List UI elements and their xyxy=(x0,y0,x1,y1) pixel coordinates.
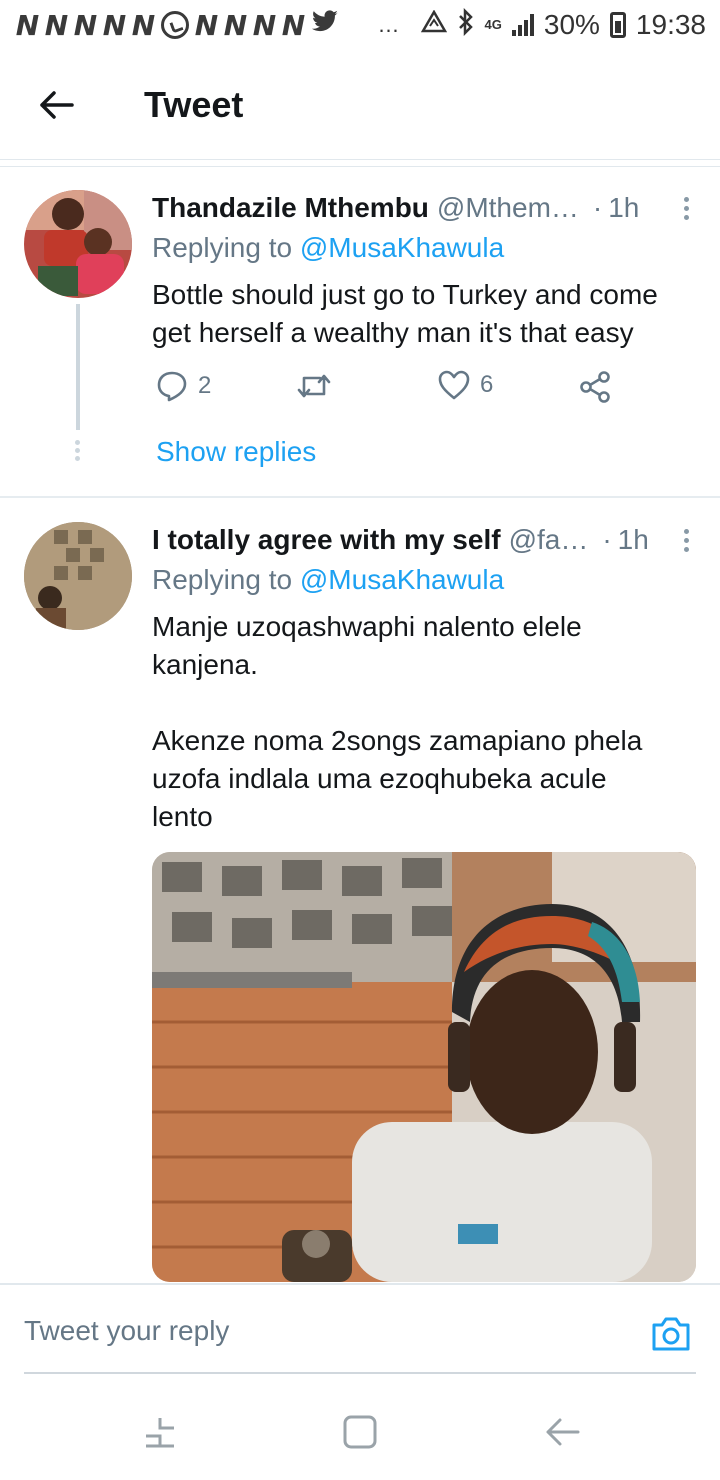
reply-icon xyxy=(157,371,187,402)
home-icon xyxy=(343,1415,377,1449)
bluetooth-icon xyxy=(457,7,475,43)
tweet-item[interactable]: Thandazile Mthembu @Mthem… · 1h Replying… xyxy=(0,190,720,496)
system-nav-bar xyxy=(0,1380,720,1480)
notification-n-icon: N xyxy=(194,8,219,42)
reply-bar: Tweet your reply xyxy=(0,1283,720,1373)
retweet-button[interactable] xyxy=(296,370,332,402)
recents-button[interactable] xyxy=(140,1412,180,1452)
battery-percent: 30% xyxy=(543,9,600,40)
reply-count: 2 xyxy=(198,372,212,399)
signal-icon xyxy=(511,14,534,36)
tweet-text: Bottle should just go to Turkey and come… xyxy=(152,279,658,348)
reply-underline xyxy=(24,1372,696,1374)
author-name[interactable]: Thandazile Mthembu xyxy=(152,192,429,224)
tweet-header: Thandazile Mthembu @Mthem… · 1h xyxy=(152,190,696,226)
notification-icons: N N N N N N N N N xyxy=(14,9,339,42)
replying-to-label: Replying to xyxy=(152,564,300,595)
tweet-time: 1h xyxy=(617,524,649,555)
header-divider xyxy=(0,166,720,167)
thread-dots xyxy=(74,440,82,464)
share-button[interactable] xyxy=(578,370,612,404)
twitter-icon xyxy=(311,9,339,41)
notification-n-icon: N xyxy=(131,8,156,42)
camera-button[interactable] xyxy=(650,1315,692,1353)
thread-line xyxy=(76,304,80,430)
replying-to: Replying to @MusaKhawula xyxy=(152,232,504,264)
reply-button[interactable]: 2 xyxy=(156,370,211,402)
tweet-image[interactable] xyxy=(152,852,696,1282)
home-button[interactable] xyxy=(340,1412,380,1452)
tweet-actions: 2 6 xyxy=(152,370,622,410)
tweet-text: Manje uzoqashwaphi nalento elele kanjena… xyxy=(152,611,643,832)
share-icon xyxy=(580,371,610,403)
page-title: Tweet xyxy=(144,83,244,125)
status-bar: N N N N N N N N N … 4G 30% 19:38 xyxy=(0,0,720,50)
notification-n-icon: N xyxy=(102,8,127,42)
system-back-button[interactable] xyxy=(542,1412,582,1452)
tweet-item[interactable]: I totally agree with my self @fa… · 1h R… xyxy=(0,522,720,1282)
author-handle[interactable]: @Mthem… xyxy=(437,192,579,224)
heart-icon xyxy=(438,370,470,400)
separator-dot: · xyxy=(602,524,612,555)
app-header: Tweet xyxy=(0,50,720,160)
author-name[interactable]: I totally agree with my self xyxy=(152,524,501,556)
notification-n-icon: N xyxy=(15,8,40,42)
notification-n-icon: N xyxy=(223,8,248,42)
tweet-time: 1h xyxy=(608,192,640,223)
author-handle[interactable]: @fa… xyxy=(509,524,589,556)
data-saver-icon xyxy=(420,9,447,41)
mention-link[interactable]: @MusaKhawula xyxy=(300,564,504,595)
notification-n-icon: N xyxy=(281,8,306,42)
reply-input[interactable]: Tweet your reply xyxy=(24,1315,229,1347)
like-button[interactable]: 6 xyxy=(438,370,493,400)
more-options-icon[interactable] xyxy=(676,528,696,552)
system-back-icon xyxy=(546,1418,580,1446)
more-options-icon[interactable] xyxy=(676,196,696,220)
notification-n-icon: N xyxy=(44,8,69,42)
tweet-divider xyxy=(0,496,720,498)
mention-link[interactable]: @MusaKhawula xyxy=(300,232,504,263)
battery-icon xyxy=(609,12,626,38)
whatsapp-icon xyxy=(161,11,189,39)
avatar[interactable] xyxy=(24,190,132,298)
replying-to: Replying to @MusaKhawula xyxy=(152,564,504,596)
avatar[interactable] xyxy=(24,522,132,630)
replying-to-label: Replying to xyxy=(152,232,300,263)
status-right: … 4G 30% 19:38 xyxy=(377,7,706,43)
network-type: 4G xyxy=(484,17,502,32)
tweet-header: I totally agree with my self @fa… · 1h xyxy=(152,522,696,558)
show-replies-link[interactable]: Show replies xyxy=(156,436,316,468)
separator-dot: · xyxy=(592,192,603,223)
retweet-icon xyxy=(297,374,331,398)
like-count: 6 xyxy=(480,371,494,398)
camera-icon xyxy=(652,1317,690,1351)
notification-n-icon: N xyxy=(73,8,98,42)
arrow-left-icon xyxy=(40,90,74,119)
notification-n-icon: N xyxy=(252,8,277,42)
more-notifications-icon: … xyxy=(377,12,401,37)
status-time: 19:38 xyxy=(635,9,706,40)
back-button[interactable] xyxy=(26,75,86,135)
recents-icon xyxy=(146,1418,174,1448)
